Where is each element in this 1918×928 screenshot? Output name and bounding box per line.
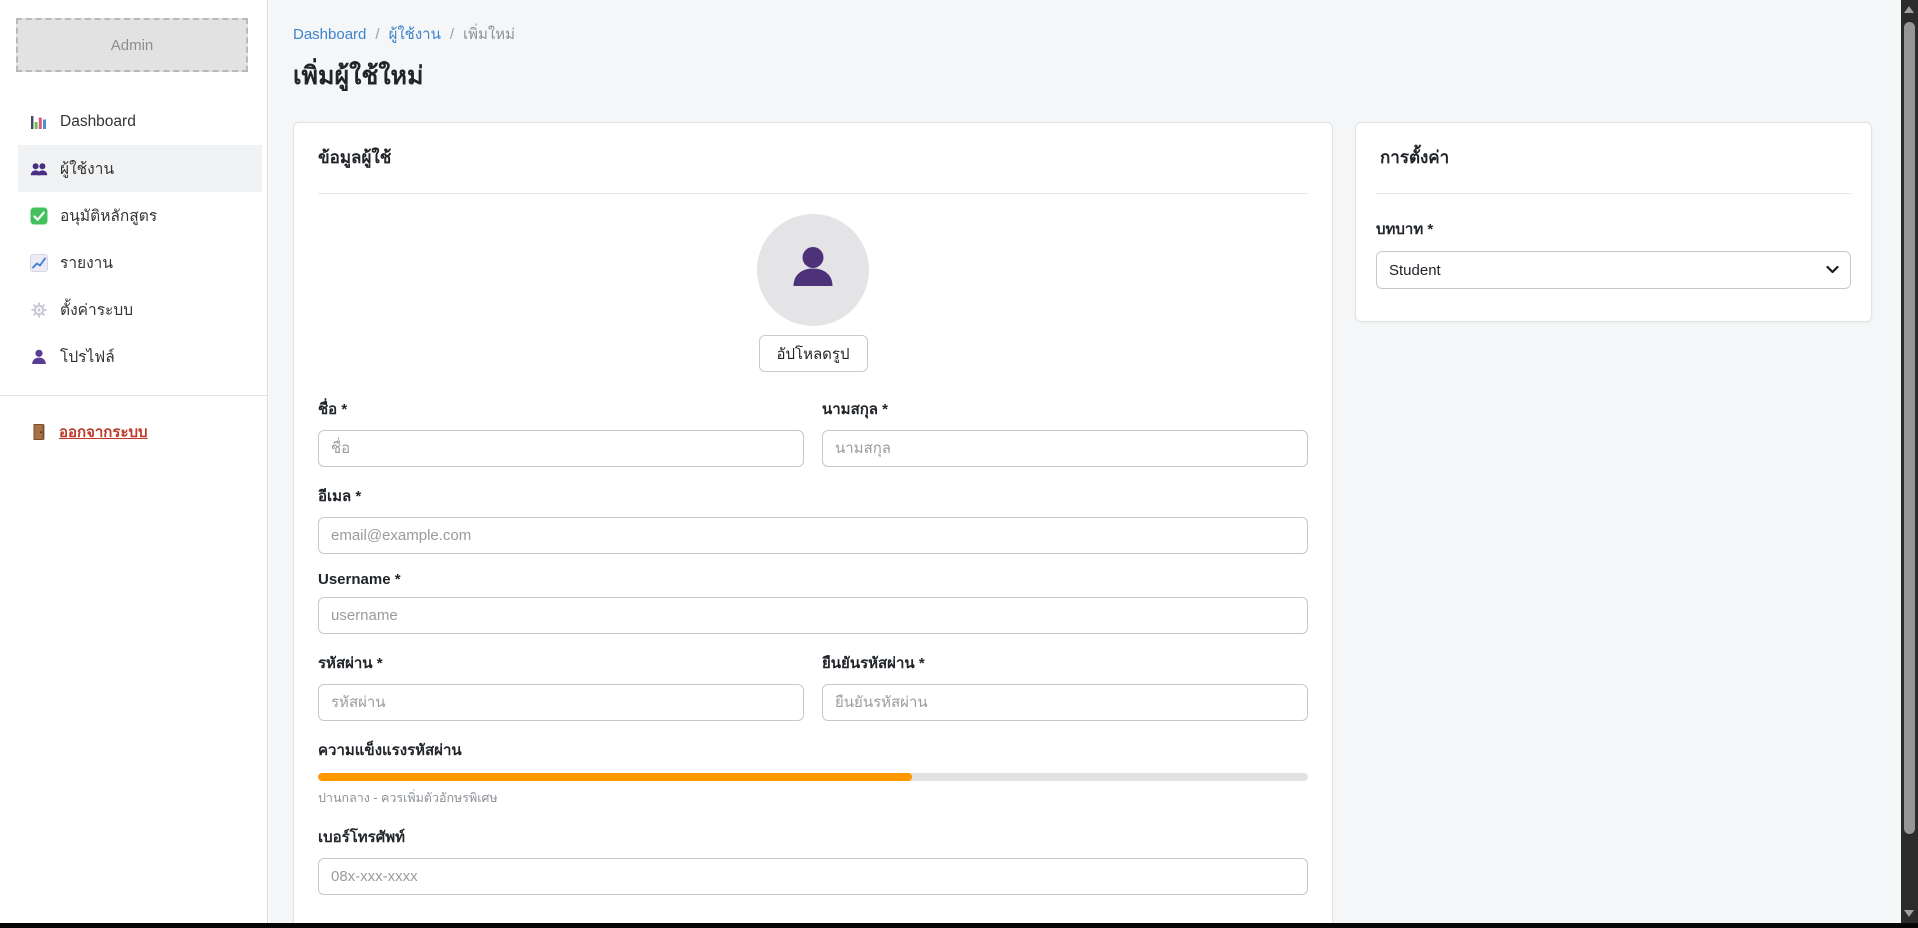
role-select[interactable]: Student [1376, 251, 1851, 289]
first-name-label: ชื่อ * [318, 397, 804, 421]
breadcrumb: Dashboard / ผู้ใช้งาน / เพิ่มใหม่ [293, 22, 1901, 46]
scrollbar-thumb[interactable] [1904, 22, 1915, 834]
sidebar-item-label: ผู้ใช้งาน [60, 156, 114, 181]
email-input[interactable] [318, 517, 1308, 554]
cards-row: ข้อมูลผู้ใช้ อัปโหลดรูป [293, 122, 1901, 928]
sidebar-item-label: อนุมัติหลักสูตร [60, 203, 157, 228]
password-strength-fill [318, 773, 912, 781]
confirm-password-input[interactable] [822, 684, 1308, 721]
username-field-group: Username * [318, 571, 1308, 634]
settings-card: การตั้งค่า บทบาท * Student [1355, 122, 1872, 322]
trend-chart-icon [30, 254, 48, 272]
user-info-card: ข้อมูลผู้ใช้ อัปโหลดรูป [293, 122, 1333, 928]
sidebar-item-label: ตั้งค่าระบบ [60, 297, 133, 322]
sidebar-item-label: Dashboard [60, 113, 136, 131]
role-select-wrap: Student [1376, 251, 1851, 289]
avatar-section: อัปโหลดรูป [294, 214, 1332, 372]
email-label: อีเมล * [318, 484, 1308, 508]
first-name-field-group: ชื่อ * [318, 397, 804, 467]
upload-photo-button[interactable]: อัปโหลดรูป [759, 335, 868, 372]
last-name-label: นามสกุล * [822, 397, 1308, 421]
user-form: ชื่อ * นามสกุล * อีเมล * Username [294, 372, 1332, 928]
phone-input[interactable] [318, 858, 1308, 895]
sidebar-item-reports[interactable]: รายงาน [18, 239, 262, 286]
card-divider [318, 193, 1308, 194]
vertical-scrollbar [1901, 0, 1918, 923]
last-name-field-group: นามสกุล * [822, 397, 1308, 467]
breadcrumb-users[interactable]: ผู้ใช้งาน [389, 22, 441, 46]
brand-box: Admin [16, 18, 248, 72]
breadcrumb-separator: / [375, 26, 379, 43]
breadcrumb-current: เพิ่มใหม่ [463, 22, 515, 46]
sidebar-item-system-settings[interactable]: ตั้งค่าระบบ [18, 286, 262, 333]
main-content: Dashboard / ผู้ใช้งาน / เพิ่มใหม่ เพิ่มผ… [269, 0, 1901, 923]
sidebar-divider [0, 395, 267, 396]
password-label: รหัสผ่าน * [318, 651, 804, 675]
settings-card-title: การตั้งค่า [1356, 123, 1871, 171]
username-label: Username * [318, 571, 1308, 588]
settings-body: บทบาท * Student [1356, 194, 1871, 321]
page-title: เพิ่มผู้ใช้ใหม่ [293, 61, 1901, 92]
password-field-group: รหัสผ่าน * [318, 651, 804, 721]
confirm-password-label: ยืนยันรหัสผ่าน * [822, 651, 1308, 675]
bar-chart-icon [30, 113, 48, 131]
password-input[interactable] [318, 684, 804, 721]
confirm-password-field-group: ยืนยันรหัสผ่าน * [822, 651, 1308, 721]
person-silhouette-icon [785, 240, 841, 301]
sidebar-item-label: รายงาน [60, 250, 113, 275]
avatar [757, 214, 869, 326]
breadcrumb-separator: / [450, 26, 454, 43]
phone-field-group: เบอร์โทรศัพท์ [318, 825, 1308, 895]
sidebar-item-approve-courses[interactable]: อนุมัติหลักสูตร [18, 192, 262, 239]
sidebar-nav: Dashboard ผู้ใช้งาน [0, 98, 267, 380]
logout-link[interactable]: ออกจากระบบ [0, 412, 267, 452]
logout-label: ออกจากระบบ [59, 420, 148, 444]
brand-label: Admin [111, 37, 154, 54]
breadcrumb-dashboard[interactable]: Dashboard [293, 26, 366, 43]
sidebar-item-label: โปรไฟล์ [60, 344, 115, 369]
sidebar-item-users[interactable]: ผู้ใช้งาน [18, 145, 262, 192]
sidebar-item-profile[interactable]: โปรไฟล์ [18, 333, 262, 380]
users-icon [30, 160, 48, 178]
password-strength-track [318, 773, 1308, 781]
password-strength-note: ปานกลาง - ควรเพิ่มตัวอักษรพิเศษ [318, 788, 1308, 808]
app-window: Admin Dashboard [0, 0, 1918, 928]
user-card-title: ข้อมูลผู้ใช้ [294, 123, 1332, 171]
email-field-group: อีเมล * [318, 484, 1308, 554]
door-icon [30, 423, 48, 441]
password-strength-section: ความแข็งแรงรหัสผ่าน ปานกลาง - ควรเพิ่มตั… [318, 738, 1308, 808]
first-name-input[interactable] [318, 430, 804, 467]
sidebar: Admin Dashboard [0, 0, 268, 923]
taskbar-edge [0, 923, 1918, 928]
phone-label: เบอร์โทรศัพท์ [318, 825, 1308, 849]
password-strength-label: ความแข็งแรงรหัสผ่าน [318, 738, 1308, 762]
last-name-input[interactable] [822, 430, 1308, 467]
scroll-down-arrow-icon[interactable] [1904, 910, 1914, 917]
scroll-up-arrow-icon[interactable] [1904, 6, 1914, 13]
check-icon [30, 207, 48, 225]
person-icon [30, 348, 48, 366]
username-input[interactable] [318, 597, 1308, 634]
sidebar-item-dashboard[interactable]: Dashboard [18, 98, 262, 145]
role-label: บทบาท * [1376, 217, 1851, 241]
gear-icon [30, 301, 48, 319]
